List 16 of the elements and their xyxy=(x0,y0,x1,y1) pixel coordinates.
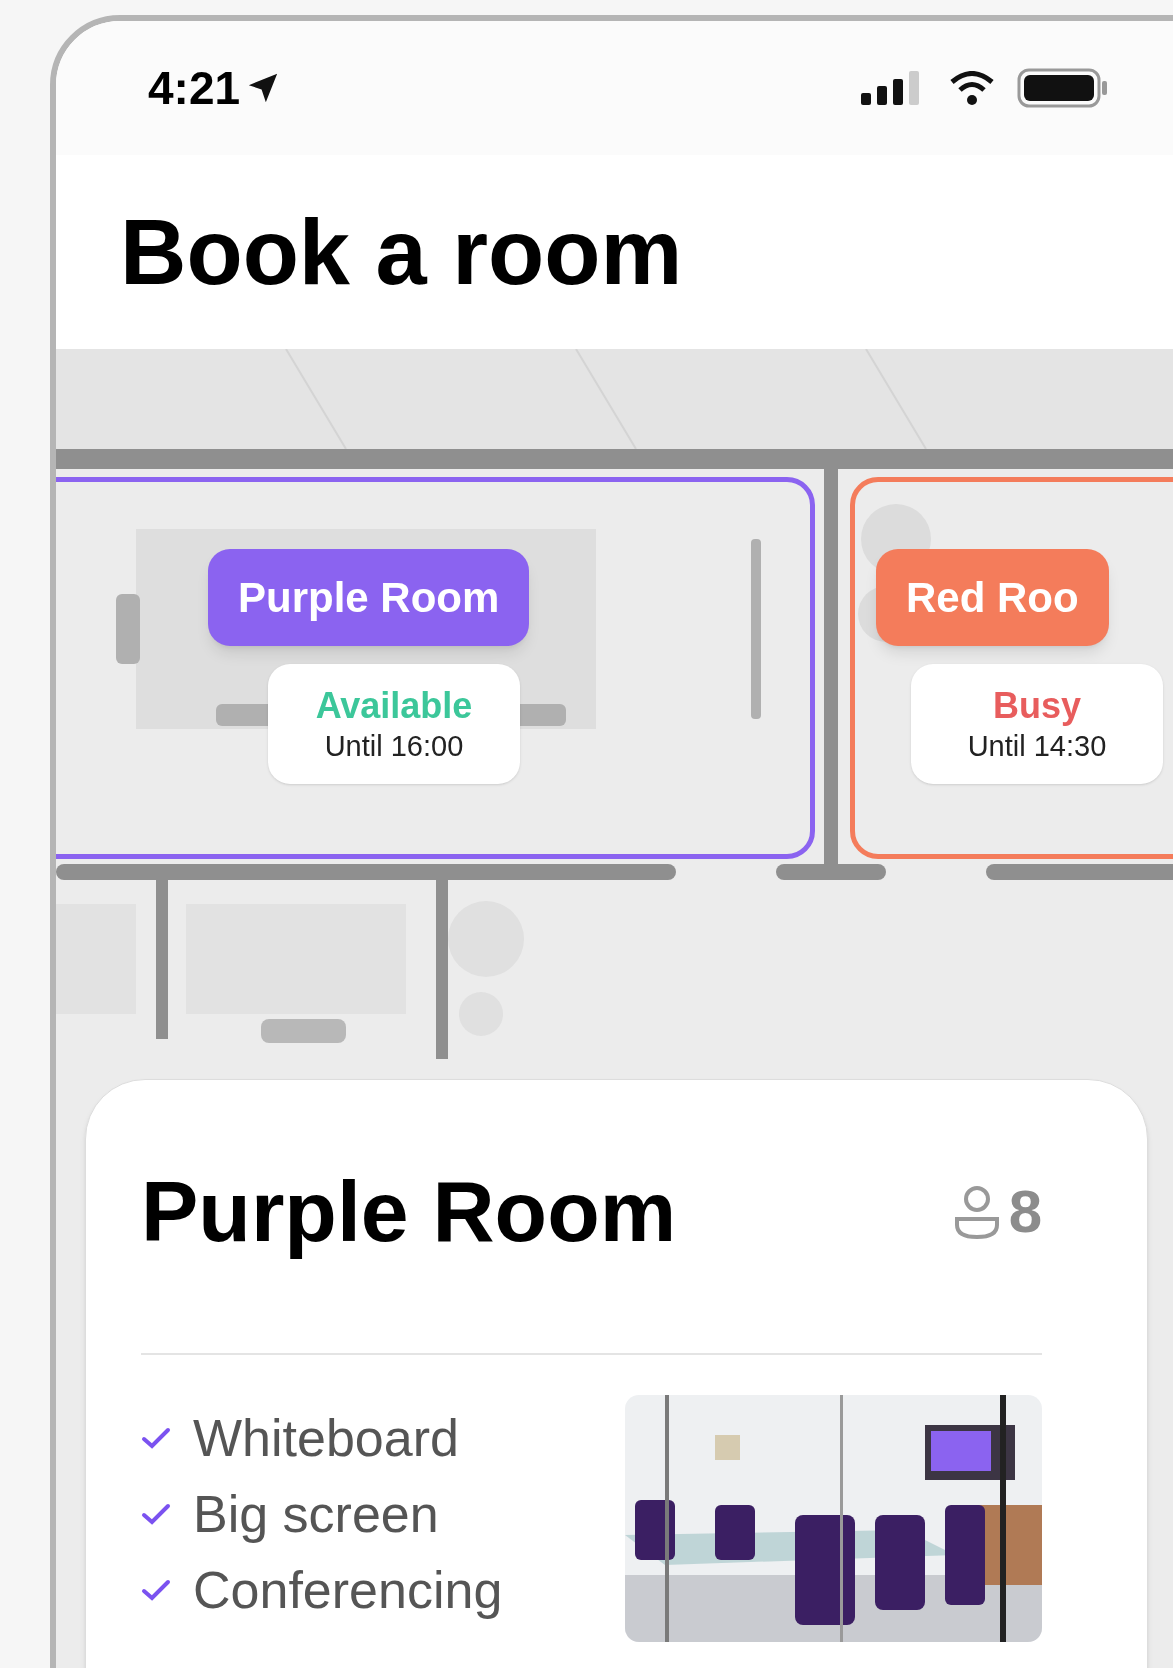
room-label[interactable]: Red Roo xyxy=(876,549,1109,646)
person-icon xyxy=(952,1184,1001,1239)
wifi-icon xyxy=(949,71,995,105)
room-label[interactable]: Purple Room xyxy=(208,549,530,646)
amenity-label: Whiteboard xyxy=(193,1408,459,1470)
room-status: Available xyxy=(315,687,473,724)
amenity-label: Conferencing xyxy=(193,1560,503,1622)
page-title: Book a room xyxy=(120,199,683,305)
battery-icon xyxy=(1017,68,1109,108)
until-time: Until 16:00 xyxy=(324,731,464,761)
until-time: Until 14:30 xyxy=(967,731,1107,761)
status-time: 4:21 xyxy=(148,60,241,116)
amenity-label: Big screen xyxy=(193,1484,439,1546)
capacity-count: 8 xyxy=(1008,1181,1042,1242)
room-status: Busy xyxy=(993,687,1081,724)
room-title: Purple Room xyxy=(141,1162,677,1261)
